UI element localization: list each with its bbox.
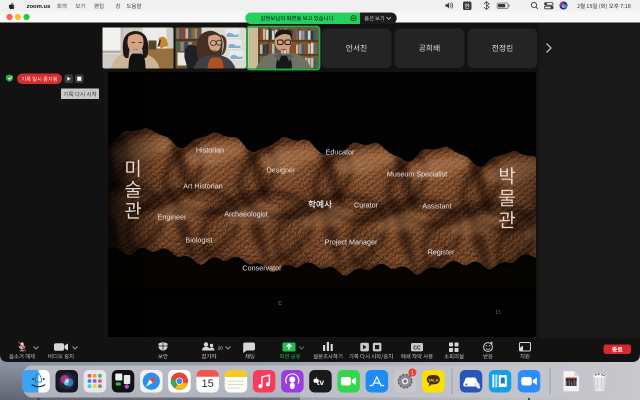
svg-text:15: 15	[495, 310, 501, 316]
svg-text:Engineer: Engineer	[158, 213, 187, 222]
svg-text:Biologist: Biologist	[185, 236, 212, 245]
svg-text:Curator: Curator	[354, 201, 379, 210]
svg-text:zoom.us: zoom.us	[27, 4, 52, 10]
svg-text:Educator: Educator	[326, 148, 355, 157]
svg-text:Historian: Historian	[196, 146, 224, 155]
svg-text:Project Manager: Project Manager	[325, 238, 378, 247]
svg-text:Assistant: Assistant	[422, 202, 451, 211]
svg-text:Archaeologist: Archaeologist	[224, 210, 268, 219]
svg-text:15: 15	[201, 378, 213, 390]
svg-text:1: 1	[411, 371, 414, 377]
svg-text:Designer: Designer	[267, 166, 296, 175]
svg-text:Conservator: Conservator	[242, 264, 282, 273]
svg-text:20: 20	[218, 346, 224, 352]
svg-text:c: c	[278, 300, 282, 307]
svg-text:Art Historian: Art Historian	[183, 182, 223, 191]
svg-text:Museum Specialist: Museum Specialist	[387, 170, 447, 179]
svg-text:CC: CC	[413, 346, 421, 352]
svg-text:Register: Register	[428, 248, 455, 257]
svg-text:TALK: TALK	[428, 378, 438, 383]
